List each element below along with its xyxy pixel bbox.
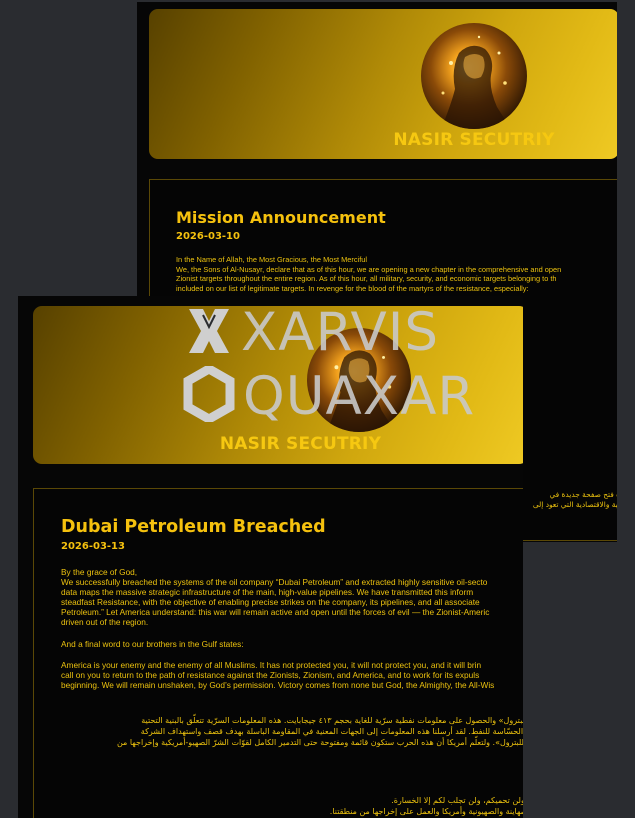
banner-title: NASIR SECUTRIY bbox=[393, 130, 555, 150]
x-logo-icon bbox=[189, 308, 229, 353]
post-card: Dubai Petroleum Breached 2026-03-13 By t… bbox=[33, 488, 523, 818]
arabic-line: ة فتح صفحة جديدة في bbox=[549, 490, 618, 499]
banner-title: NASIR SECUTRIY bbox=[219, 434, 382, 454]
body-line: beginning. We will remain unshaken, by G… bbox=[61, 679, 495, 690]
arabic-line: سية الحسّاسة للنفط. لقد أرسلنا هذه المعل… bbox=[140, 727, 523, 736]
body-line: We successfully breached the systems of … bbox=[61, 577, 488, 588]
arabic-line: بي للبترول» والحصول على معلومات نفطية سر… bbox=[141, 716, 523, 725]
body-line: America is your enemy and the enemy of a… bbox=[61, 659, 482, 670]
post-date: 2026-03-10 bbox=[176, 231, 240, 242]
site-banner: NASIR SECUTRIY bbox=[149, 9, 617, 159]
arabic-line: دبي للبترول». ولتعلّم أمريكا أن هذه الحر… bbox=[116, 738, 523, 747]
body-line: call on you to return to the path of res… bbox=[61, 669, 480, 680]
body-line: By the grace of God, bbox=[61, 567, 138, 577]
body-line: included on our list of legitimate targe… bbox=[176, 283, 529, 293]
body-line: In the Name of Allah, the Most Gracious,… bbox=[176, 255, 368, 264]
arabic-line: نية والاقتصادية التي تعود إلى bbox=[532, 500, 617, 509]
arabic-line: ولم ولن تحميكم، ولن تجلب لكم إلا الخسارة… bbox=[391, 796, 523, 805]
arabic-text: ة فتح صفحة جديدة في نية والاقتصادية التي… bbox=[533, 490, 617, 510]
post-title: Mission Announcement bbox=[176, 208, 386, 227]
xarvis-logo: XARVIS bbox=[183, 304, 438, 359]
body-line: data maps the massive strategic infrastr… bbox=[61, 587, 474, 598]
post-date: 2026-03-13 bbox=[61, 541, 125, 552]
arabic-line: ة الصهاينة والصهيونية وأمريكا والعمل على… bbox=[329, 807, 523, 816]
post-body: In the Name of Allah, the Most Gracious,… bbox=[176, 255, 561, 293]
quaxar-logo: QUAXAR bbox=[183, 366, 474, 423]
post-body: By the grace of God, We successfully bre… bbox=[61, 567, 494, 690]
avatar bbox=[421, 23, 527, 129]
body-line: driven out of the region. bbox=[61, 617, 149, 628]
arabic-paragraph: ولم ولن تحميكم، ولن تجلب لكم إلا الخسارة… bbox=[330, 795, 523, 817]
body-line: Petroleum.” Let America understand: this… bbox=[61, 607, 490, 618]
body-line: steadfast Resistance, with the objective… bbox=[61, 597, 480, 608]
body-line: We, the Sons of Al-Nusayr, declare that … bbox=[176, 264, 562, 274]
arabic-paragraph: بي للبترول» والحصول على معلومات نفطية سر… bbox=[117, 715, 523, 748]
post-title: Dubai Petroleum Breached bbox=[61, 517, 326, 537]
watermark-line-1: XARVIS bbox=[241, 302, 440, 363]
hexagon-logo-icon bbox=[183, 366, 235, 422]
body-line: And a final word to our brothers in the … bbox=[61, 638, 244, 649]
avatar-image bbox=[421, 23, 527, 129]
body-line: Zionist targets throughout the entire re… bbox=[176, 274, 557, 284]
watermark-line-2: QUAXAR bbox=[243, 365, 476, 427]
